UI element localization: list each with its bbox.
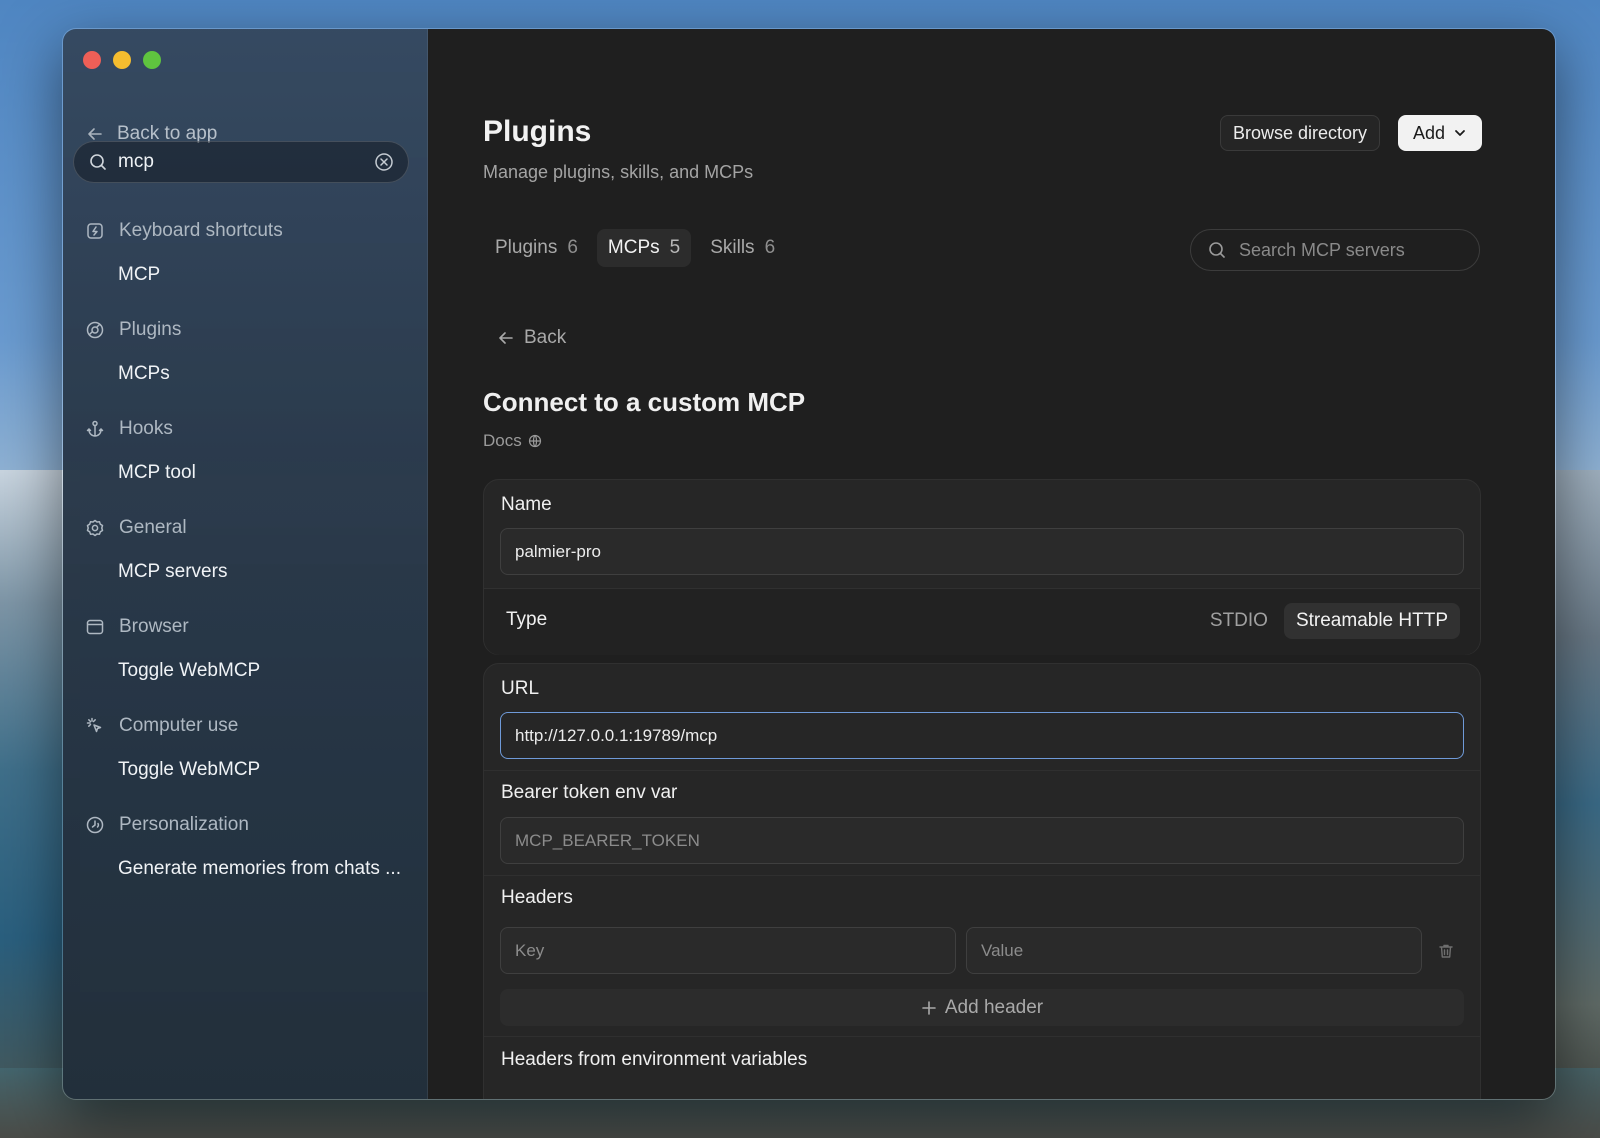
trash-icon[interactable] [1437,942,1455,960]
nav-item-mcp-tool[interactable]: MCP tool [63,451,427,494]
nav-group-keyboard-shortcuts: Keyboard shortcuts MCP [63,209,427,296]
nav-item-generate-memories[interactable]: Generate memories from chats ... [63,847,427,890]
nav-section-label: Keyboard shortcuts [119,220,283,241]
plus-icon [922,1000,936,1015]
nav-section-personalization[interactable]: Personalization [63,803,427,847]
docs-link[interactable]: Docs [483,431,542,451]
tab-label: MCPs [607,237,660,258]
bearer-token-input[interactable] [500,817,1464,864]
sidebar: Back to app Keyboard shortcuts MCP Plugi… [63,29,428,1099]
tab-count: 6 [567,237,578,258]
settings-search [73,141,409,183]
nav-group-general: General MCP servers [63,506,427,593]
clear-search-icon[interactable] [374,152,394,172]
nav-section-browser[interactable]: Browser [63,605,427,649]
divider [484,770,1480,771]
add-button-label: Add [1412,122,1446,143]
nav-group-hooks: Hooks MCP tool [63,407,427,494]
nav-section-label: Hooks [119,418,173,439]
header-key-input[interactable] [500,927,956,974]
nav-group-personalization: Personalization Generate memories from c… [63,803,427,890]
type-option-streamable-http[interactable]: Streamable HTTP [1283,603,1460,639]
browser-window-icon [86,619,104,635]
main-panel: Plugins Manage plugins, skills, and MCPs… [428,29,1555,1099]
divider [484,875,1480,876]
tab-plugins[interactable]: Plugins 6 [484,229,589,267]
tab-bar: Plugins 6 MCPs 5 Skills 6 [484,229,786,267]
nav-section-plugins[interactable]: Plugins [63,308,427,352]
name-input[interactable] [500,528,1464,575]
minimize-window-button[interactable] [113,51,131,69]
globe-icon [528,434,541,448]
name-label: Name [501,494,552,515]
close-window-button[interactable] [83,51,101,69]
nav-item-mcps[interactable]: MCPs [63,352,427,395]
url-label: URL [501,678,540,699]
keyboard-shortcut-icon [87,223,103,239]
back-button[interactable]: Back [496,327,566,349]
name-type-card: Name Type STDIO Streamable HTTP [483,479,1481,655]
nav-section-label: General [119,517,187,538]
type-row: Type STDIO Streamable HTTP [484,588,1480,655]
nav-section-label: Personalization [119,814,249,835]
nav-group-computer-use: Computer use Toggle WebMCP [63,704,427,791]
nav-item-mcp[interactable]: MCP [63,253,427,296]
tab-skills[interactable]: Skills 6 [699,229,786,267]
arrow-left-icon [499,332,513,344]
cursor-click-icon [86,717,102,733]
transport-type-selector: STDIO Streamable HTTP [1198,603,1460,639]
headers-label: Headers [501,887,573,908]
docs-label: Docs [483,431,522,450]
zoom-window-button[interactable] [143,51,161,69]
search-icon [90,154,106,170]
nav-section-label: Computer use [119,715,239,736]
nav-section-hooks[interactable]: Hooks [63,407,427,451]
type-option-stdio[interactable]: STDIO [1198,603,1280,639]
tab-count: 5 [669,237,681,258]
tab-label: Plugins [495,237,558,258]
add-header-button[interactable]: Add header [500,989,1464,1026]
page-subtitle: Manage plugins, skills, and MCPs [483,162,754,182]
anchor-icon [86,420,104,437]
back-label: Back [524,327,567,348]
window-controls [83,51,161,69]
add-header-label: Add header [944,996,1044,1018]
search-icon [1209,242,1225,258]
page-title: Plugins [483,115,592,148]
type-label: Type [506,609,548,630]
add-dropdown-button[interactable]: Add [1398,115,1482,151]
nav-group-browser: Browser Toggle WebMCP [63,605,427,692]
tab-label: Skills [710,237,755,258]
nav-item-toggle-webmcp-browser[interactable]: Toggle WebMCP [63,649,427,692]
form-title: Connect to a custom MCP [483,387,806,417]
settings-search-input[interactable] [118,151,374,173]
gear-icon [86,519,104,537]
settings-window: Back to app Keyboard shortcuts MCP Plugi… [62,28,1556,1100]
settings-nav: Keyboard shortcuts MCP Plugins MCPs Hook… [63,209,427,902]
nav-section-general[interactable]: General [63,506,427,550]
nav-group-plugins: Plugins MCPs [63,308,427,395]
mcp-search [1190,229,1480,271]
divider [484,1036,1480,1037]
nav-item-mcp-servers[interactable]: MCP servers [63,550,427,593]
nav-section-computer-use[interactable]: Computer use [63,704,427,748]
nav-item-toggle-webmcp-computer-use[interactable]: Toggle WebMCP [63,748,427,791]
nav-section-keyboard-shortcuts[interactable]: Keyboard shortcuts [63,209,427,253]
env-headers-label: Headers from environment variables [501,1049,808,1070]
personalization-icon [86,816,104,834]
search-mcp-input[interactable] [1239,239,1471,261]
bearer-label: Bearer token env var [501,782,678,803]
chevron-down-icon [1455,130,1465,136]
browse-directory-button[interactable]: Browse directory [1220,115,1381,151]
nav-section-label: Browser [119,616,189,637]
url-input[interactable] [500,712,1464,759]
connection-card: URL Bearer token env var Headers Add hea… [483,663,1481,1099]
header-value-input[interactable] [966,927,1422,974]
tab-count: 6 [764,237,776,258]
plugins-icon [86,321,104,339]
nav-section-label: Plugins [119,319,182,340]
tab-mcps[interactable]: MCPs 5 [596,229,692,267]
